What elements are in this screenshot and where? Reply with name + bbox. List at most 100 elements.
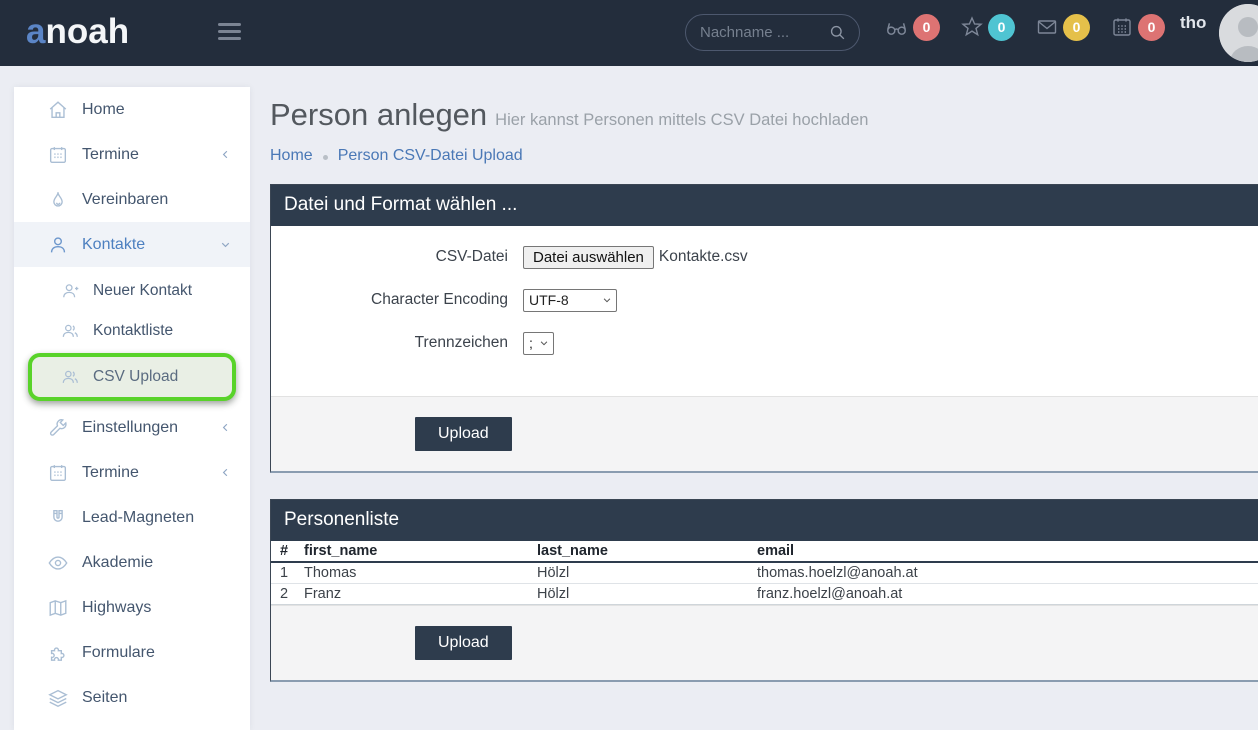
sidebar-item-vereinbaren[interactable]: Vereinbaren (14, 177, 250, 222)
csv-upload-highlight: CSV Upload (28, 353, 236, 401)
col-header-last-name: last_name (531, 541, 751, 562)
notif-calendar[interactable]: 0 (1110, 14, 1165, 41)
user-icon (47, 234, 69, 256)
wrench-icon (47, 417, 69, 439)
breadcrumb-home-link[interactable]: Home (270, 147, 313, 165)
sidebar-item-label: Seiten (82, 689, 236, 707)
sidebar-item-label: Highways (82, 599, 236, 617)
glasses-icon (884, 15, 909, 40)
sidebar-item-label: Einstellungen (82, 419, 219, 437)
star-badge[interactable]: 0 (988, 14, 1015, 41)
breadcrumb-separator (323, 155, 328, 160)
chevron-left-icon (219, 466, 232, 479)
notif-mail[interactable]: 0 (1035, 14, 1090, 41)
sidebar-item-label: Home (82, 101, 236, 119)
eye-icon (47, 552, 69, 574)
table-header-row: # first_name last_name email (271, 541, 1258, 562)
sidebar-item-label: Lead-Magneten (82, 509, 236, 527)
upload-form-panel: Datei und Format wählen ... CSV-Datei Da… (270, 184, 1258, 473)
search-icon[interactable] (828, 23, 847, 42)
sidebar-item-akademie[interactable]: Akademie (14, 540, 250, 585)
csv-file-label: CSV-Datei (271, 248, 508, 266)
calendar-icon (47, 462, 69, 484)
cell-first-name: Franz (298, 584, 531, 605)
file-select-button[interactable]: Datei auswählen (523, 246, 654, 269)
table-row: 1 Thomas Hölzl thomas.hoelzl@anoah.at (271, 562, 1258, 584)
upload-button[interactable]: Upload (415, 626, 512, 660)
hamburger-menu-icon[interactable] (218, 23, 241, 44)
cell-num: 2 (271, 584, 298, 605)
sidebar-item-formulare[interactable]: Formulare (14, 630, 250, 675)
sidebar-item-home[interactable]: Home (14, 87, 250, 132)
table-row: 2 Franz Hölzl franz.hoelzl@anoah.at (271, 584, 1258, 605)
notif-glasses[interactable]: 0 (884, 14, 940, 41)
sidebar-item-label: Kontakte (82, 236, 219, 254)
logo-rest: noah (45, 12, 129, 51)
separator-select[interactable]: ; (523, 332, 554, 355)
layers-icon (47, 687, 69, 709)
chevron-left-icon (219, 421, 232, 434)
sidebar-item-kontakte[interactable]: Kontakte (14, 222, 250, 267)
map-icon (47, 597, 69, 619)
home-icon (47, 99, 69, 121)
user-plus-icon (60, 281, 80, 301)
page-title: Person anlegen (270, 97, 487, 132)
main-content: Person anlegen Hier kannst Personen mitte… (270, 87, 1258, 682)
cell-email: thomas.hoelzl@anoah.at (751, 562, 1258, 584)
users-icon (60, 367, 80, 387)
sidebar-item-csv-upload[interactable]: CSV Upload (32, 357, 232, 397)
encoding-select[interactable]: UTF-8 (523, 289, 617, 312)
sidebar-item-kontaktliste[interactable]: Kontaktliste (14, 311, 250, 351)
upload-form-body: CSV-Datei Datei auswählen Kontakte.csv C… (271, 226, 1258, 396)
notif-star[interactable]: 0 (960, 14, 1015, 41)
calendar-icon (47, 144, 69, 166)
sidebar-item-label: Termine (82, 464, 219, 482)
flame-icon (47, 189, 69, 211)
separator-row: Trennzeichen ; (271, 329, 1258, 357)
breadcrumb-current-link[interactable]: Person CSV-Datei Upload (338, 147, 523, 165)
person-list-panel: Personenliste # first_name last_name ema… (270, 499, 1258, 682)
sidebar-item-lead-magneten[interactable]: Lead-Magneten (14, 495, 250, 540)
calendar-icon (1110, 15, 1134, 39)
search-box[interactable] (685, 14, 860, 51)
kontakte-submenu: Neuer Kontakt Kontaktliste CSV Upload (14, 267, 250, 401)
search-input[interactable] (700, 24, 828, 41)
sidebar-item-seiten[interactable]: Seiten (14, 675, 250, 720)
col-header-first-name: first_name (298, 541, 531, 562)
mail-badge[interactable]: 0 (1063, 14, 1090, 41)
sidebar-item-termine-2[interactable]: Termine (14, 450, 250, 495)
sidebar-item-label: Formulare (82, 644, 236, 662)
logo-letter-a: a (26, 12, 45, 51)
sidebar-item-label: Kontaktliste (93, 322, 236, 340)
chevron-down-icon (602, 295, 612, 305)
sidebar-item-neuer-kontakt[interactable]: Neuer Kontakt (14, 271, 250, 311)
star-icon (960, 15, 984, 39)
username-label[interactable]: tho (1180, 13, 1206, 33)
calendar-badge[interactable]: 0 (1138, 14, 1165, 41)
col-header-email: email (751, 541, 1258, 562)
page-head: Person anlegen Hier kannst Personen mitte… (270, 87, 1258, 133)
notification-icons: 0 0 0 (884, 10, 1165, 44)
breadcrumb: Home Person CSV-Datei Upload (270, 147, 1258, 165)
avatar[interactable] (1219, 4, 1258, 62)
page-subtitle: Hier kannst Personen mittels CSV Datei h… (495, 111, 868, 129)
sidebar-item-einstellungen[interactable]: Einstellungen (14, 405, 250, 450)
person-list-body: # first_name last_name email 1 Thomas Hö… (271, 541, 1258, 605)
separator-value: ; (529, 335, 533, 351)
app-logo[interactable]: anoah (26, 12, 129, 52)
upload-button[interactable]: Upload (415, 417, 512, 451)
sidebar-item-label: Neuer Kontakt (93, 282, 236, 300)
chevron-left-icon (219, 148, 232, 161)
csv-file-row: CSV-Datei Datei auswählen Kontakte.csv (271, 243, 1258, 271)
col-header-num: # (271, 541, 298, 562)
selected-file-name: Kontakte.csv (659, 248, 748, 266)
upload-panel-footer: Upload (271, 396, 1258, 471)
sidebar-item-termine-1[interactable]: Termine (14, 132, 250, 177)
cell-last-name: Hölzl (531, 562, 751, 584)
mail-icon (1035, 15, 1059, 39)
glasses-badge[interactable]: 0 (913, 14, 940, 41)
puzzle-icon (47, 642, 69, 664)
sidebar-item-highways[interactable]: Highways (14, 585, 250, 630)
encoding-row: Character Encoding UTF-8 (271, 286, 1258, 314)
person-list-footer: Upload (271, 605, 1258, 680)
